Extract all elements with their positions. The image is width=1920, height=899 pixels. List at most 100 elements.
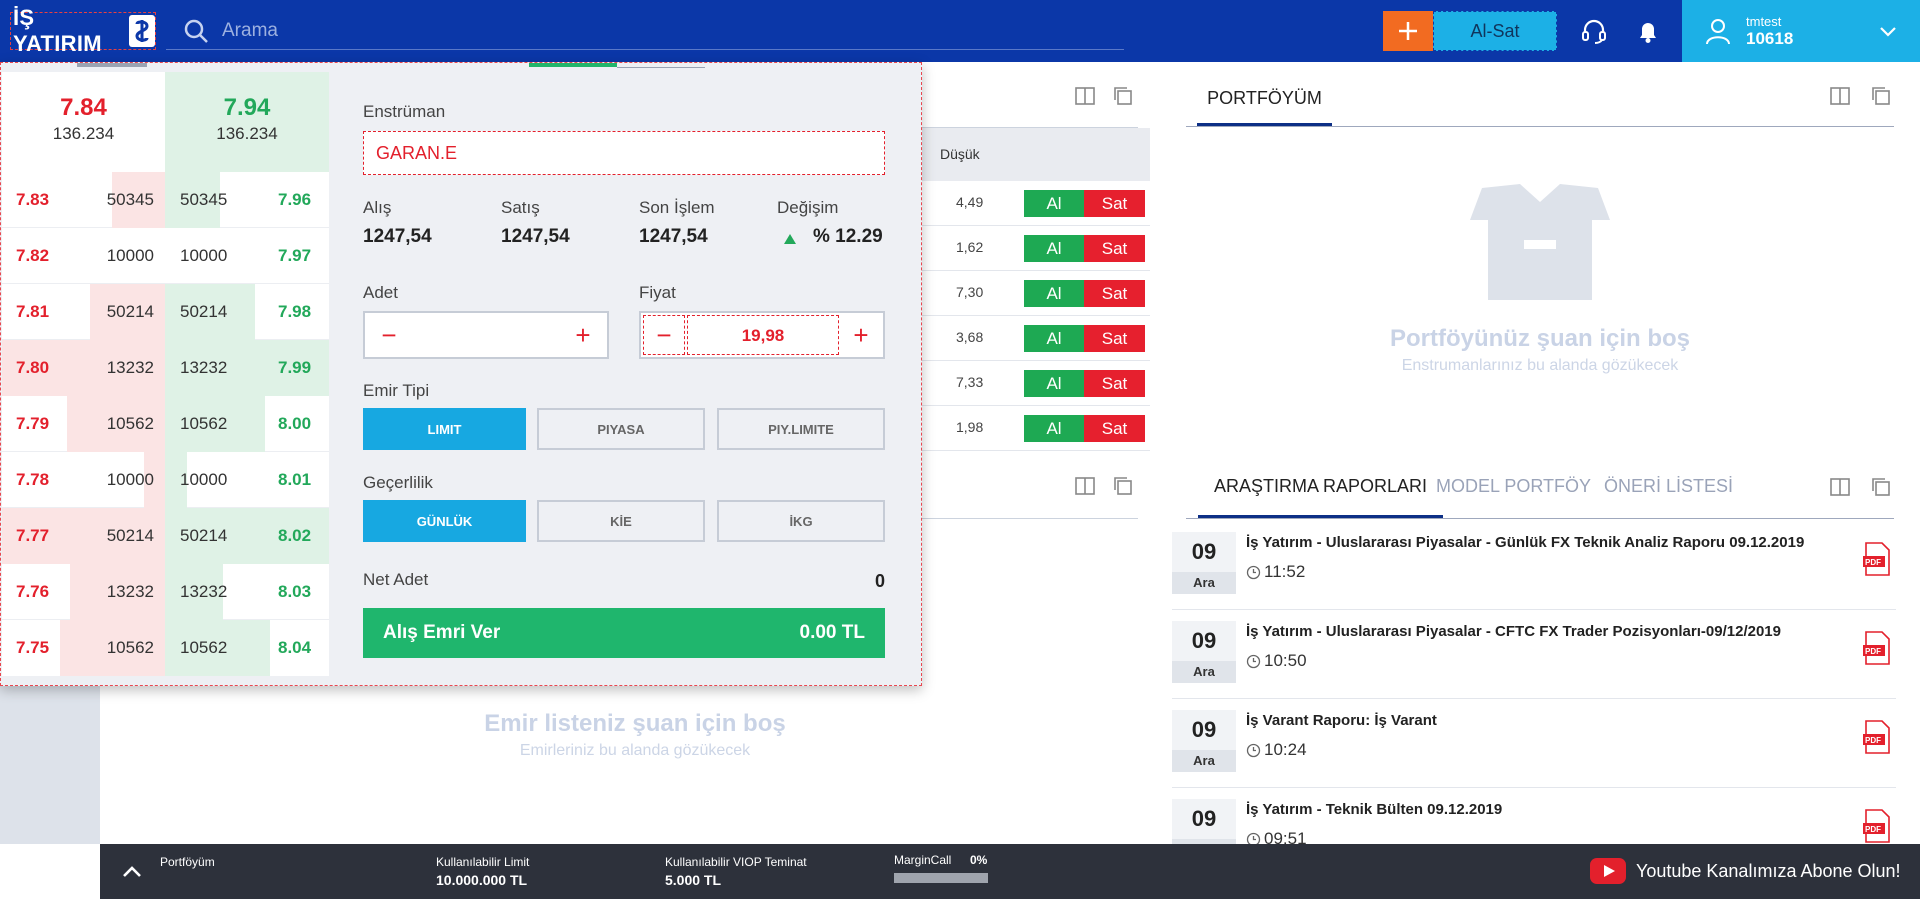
search-icon — [184, 19, 208, 43]
low-value: 4,49 — [956, 194, 984, 210]
copy-icon[interactable] — [1112, 85, 1134, 107]
order-type-market[interactable]: PIYASA — [537, 408, 705, 450]
report-day: 09 — [1172, 710, 1236, 750]
depth-row[interactable]: 7.79 10562 10562 8.00 — [2, 396, 329, 452]
buy-button[interactable]: Al — [1024, 190, 1084, 217]
report-title[interactable]: İş Varant Raporu: İş Varant — [1246, 712, 1866, 729]
report-title[interactable]: İş Yatırım - Teknik Bülten 09.12.2019 — [1246, 801, 1866, 818]
buy-button[interactable]: Al — [1024, 280, 1084, 307]
headset-icon[interactable] — [1580, 17, 1608, 45]
buy-button[interactable]: Al — [1024, 235, 1084, 262]
tab-model-portfolio[interactable]: MODEL PORTFÖY — [1436, 476, 1591, 497]
tab-recommendation-list[interactable]: ÖNERİ LİSTESİ — [1604, 476, 1733, 497]
sell-button[interactable]: Sat — [1084, 415, 1145, 442]
sell-button[interactable]: Sat — [1084, 235, 1145, 262]
order-type-market-limit[interactable]: PIY.LIMITE — [717, 408, 885, 450]
depth-row[interactable]: 7.76 13232 13232 8.03 — [2, 564, 329, 620]
report-item[interactable]: 09 Ara İş Yatırım - Uluslararası Piyasal… — [1172, 611, 1896, 699]
low-value: 3,68 — [956, 329, 984, 345]
copy-icon[interactable] — [1870, 476, 1892, 498]
chevron-down-icon[interactable] — [1878, 21, 1898, 41]
split-view-icon[interactable] — [1829, 85, 1851, 107]
order-type-limit[interactable]: LIMIT — [363, 408, 526, 450]
sell-button[interactable]: Sat — [1084, 280, 1145, 307]
bottom-portfolio-label[interactable]: Portföyüm — [160, 855, 215, 869]
copy-icon[interactable] — [1112, 475, 1134, 497]
validity-ikg[interactable]: İKG — [717, 500, 885, 542]
youtube-link[interactable]: Youtube Kanalımıza Abone Olun! — [1590, 858, 1901, 884]
depth-row[interactable]: 7.81 50214 50214 7.98 — [2, 284, 329, 340]
best-bid[interactable]: 7.84 136.234 — [2, 72, 165, 172]
price-input[interactable]: 19,98 — [687, 315, 839, 355]
limit-label: Kullanılabilir Limit — [436, 855, 530, 869]
instrument-input[interactable]: GARAN.E — [363, 131, 885, 175]
chevron-up-icon[interactable] — [120, 860, 144, 884]
report-item[interactable]: 09 Ara İş Varant Raporu: İş Varant 10:24… — [1172, 700, 1896, 788]
ask-price: 7.96 — [278, 190, 312, 209]
bid-qty: 13232 — [106, 582, 154, 601]
change-label: Değişim — [777, 198, 839, 217]
depth-row[interactable]: 7.82 10000 10000 7.97 — [2, 228, 329, 284]
pdf-icon[interactable]: PDF — [1862, 720, 1892, 754]
report-month: Ara — [1172, 661, 1236, 683]
depth-row[interactable]: 7.78 10000 10000 8.01 — [2, 452, 329, 508]
tab-research-reports[interactable]: ARAŞTIRMA RAPORLARI — [1198, 476, 1444, 518]
split-view-icon[interactable] — [1074, 85, 1096, 107]
pdf-icon[interactable]: PDF — [1862, 809, 1892, 843]
sell-button[interactable]: Sat — [1084, 190, 1145, 217]
buy-button[interactable]: Al — [1024, 325, 1084, 352]
empty-box-icon — [1470, 184, 1610, 300]
table-row[interactable]: 7,33 Al Sat — [922, 361, 1150, 406]
bid-price: 7.76 — [16, 582, 50, 601]
best-ask[interactable]: 7.94 136.234 — [165, 72, 329, 172]
best-ask-price: 7.94 — [223, 94, 271, 121]
net-qty-label: Net Adet — [363, 570, 429, 589]
price-increment-button[interactable]: + — [841, 313, 881, 357]
pdf-icon[interactable]: PDF — [1862, 542, 1892, 576]
depth-row[interactable]: 7.75 10562 10562 8.04 — [2, 620, 329, 676]
validity-daily[interactable]: GÜNLÜK — [363, 500, 526, 542]
search-input[interactable] — [222, 19, 1102, 42]
pdf-icon[interactable]: PDF — [1862, 631, 1892, 665]
report-title[interactable]: İş Yatırım - Uluslararası Piyasalar - CF… — [1246, 623, 1866, 640]
validity-kie[interactable]: KİE — [537, 500, 705, 542]
split-view-icon[interactable] — [1074, 475, 1096, 497]
sell-button[interactable]: Sat — [1084, 370, 1145, 397]
report-item[interactable]: 09 Ara İş Yatırım - Uluslararası Piyasal… — [1172, 522, 1896, 610]
tab-portfolio[interactable]: PORTFÖYÜM — [1197, 86, 1332, 126]
depth-row[interactable]: 7.77 50214 50214 8.02 — [2, 508, 329, 564]
table-row[interactable]: 1,98 Al Sat — [922, 406, 1150, 451]
buy-button[interactable]: Al — [1024, 370, 1084, 397]
buy-button[interactable]: Al — [1024, 415, 1084, 442]
ask-qty: 13232 — [180, 358, 228, 377]
ask-price: 7.99 — [278, 358, 312, 377]
sell-button[interactable]: Sat — [1084, 325, 1145, 352]
submit-buy-order-button[interactable]: Alış Emri Ver 0.00 TL — [363, 608, 885, 658]
search-bar — [166, 12, 1124, 50]
table-row[interactable]: 7,30 Al Sat — [922, 271, 1150, 316]
depth-row[interactable]: 7.80 13232 13232 7.99 — [2, 340, 329, 396]
portfolio-empty-state: Portföyünüz şuan için boş Enstrumanların… — [1340, 180, 1740, 375]
user-menu[interactable]: tmtest 10618 — [1682, 0, 1920, 62]
table-row[interactable]: 4,49 Al Sat — [922, 181, 1150, 226]
price-decrement-button[interactable]: − — [643, 315, 685, 355]
bid-qty: 10000 — [106, 246, 154, 265]
add-button[interactable] — [1383, 11, 1433, 51]
quantity-increment-button[interactable]: + — [563, 313, 603, 357]
logo[interactable]: İŞ YATIRIM — [10, 5, 156, 56]
orders-empty-title: Emir listeniz şuan için boş — [484, 710, 786, 737]
buy-sell-button[interactable]: Al-Sat — [1433, 11, 1557, 51]
user-icon — [1706, 19, 1730, 45]
table-row[interactable]: 3,68 Al Sat — [922, 316, 1150, 361]
copy-icon[interactable] — [1870, 85, 1892, 107]
table-row[interactable]: 1,62 Al Sat — [922, 226, 1150, 271]
depth-row[interactable]: 7.83 50345 50345 7.96 — [2, 172, 329, 228]
report-time-text: 10:24 — [1264, 740, 1307, 759]
ask-qty: 10562 — [180, 414, 228, 433]
bid-price: 7.81 — [16, 302, 50, 321]
bell-icon[interactable] — [1634, 17, 1662, 45]
split-view-icon[interactable] — [1829, 476, 1851, 498]
quantity-decrement-button[interactable]: − — [369, 313, 409, 357]
report-title[interactable]: İş Yatırım - Uluslararası Piyasalar - Gü… — [1246, 534, 1866, 551]
bid-qty: 10562 — [106, 414, 154, 433]
